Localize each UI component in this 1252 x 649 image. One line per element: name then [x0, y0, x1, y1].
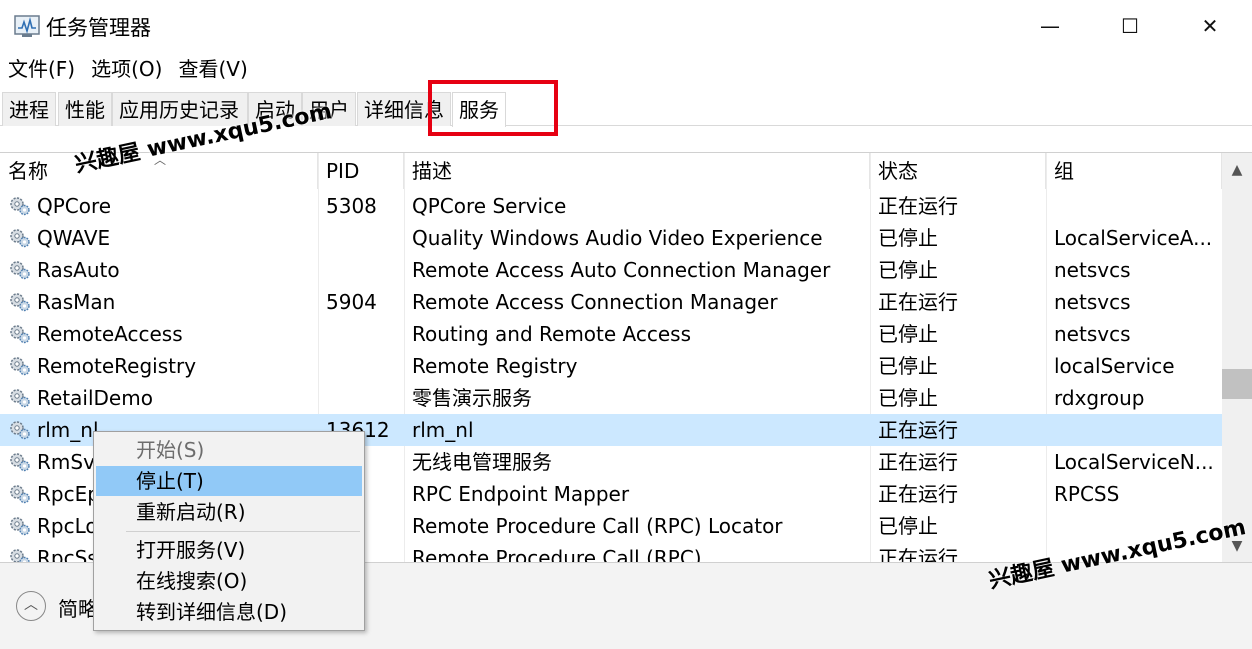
service-description: QPCore Service [412, 194, 567, 218]
service-group: netsvcs [1054, 258, 1131, 282]
service-pid [318, 382, 404, 414]
context-open-services[interactable]: 打开服务(V) [96, 535, 362, 565]
context-goto-details[interactable]: 转到详细信息(D) [96, 597, 362, 627]
service-name: RasAuto [37, 258, 120, 282]
service-status: 已停止 [878, 386, 938, 410]
window-title: 任务管理器 [46, 16, 151, 40]
service-pid [318, 318, 404, 350]
service-description: Routing and Remote Access [412, 322, 692, 346]
service-pid [318, 254, 404, 286]
service-name: RetailDemo [37, 386, 153, 410]
service-status: 已停止 [878, 322, 938, 346]
service-description: rlm_nl [412, 418, 474, 442]
service-pid: 5904 [326, 290, 377, 314]
service-status: 正在运行 [878, 290, 958, 314]
task-manager-icon [14, 15, 40, 37]
service-status: 已停止 [878, 354, 938, 378]
highlight-box [428, 80, 558, 136]
tab-bar: 进程 性能 应用历史记录 启动 用户 详细信息 服务 [0, 88, 1252, 127]
service-name: RasMan [37, 290, 116, 314]
column-status[interactable]: 状态 [870, 153, 1046, 189]
menu-view[interactable]: 查看(V) [170, 54, 255, 84]
service-status: 正在运行 [878, 482, 958, 506]
table-row[interactable]: RemoteRegistry Remote Registry 已停止 localSer… [0, 350, 1222, 382]
scroll-up-icon[interactable]: ▲ [1222, 155, 1252, 185]
menu-options[interactable]: 选项(O) [83, 54, 170, 84]
context-restart[interactable]: 重新启动(R) [96, 497, 362, 527]
service-name: QPCore [37, 194, 112, 218]
minimize-button[interactable]: — [1020, 0, 1080, 52]
service-description: Quality Windows Audio Video Experience [412, 226, 823, 250]
service-group [1046, 414, 1222, 446]
service-group: localService [1054, 354, 1175, 378]
service-description: 无线电管理服务 [412, 450, 552, 474]
table-row[interactable]: QWAVE Quality Windows Audio Video Experie… [0, 222, 1222, 254]
title-bar: 任务管理器 — ☐ ✕ [0, 0, 1252, 52]
column-description[interactable]: 描述 [404, 153, 870, 189]
tab-processes[interactable]: 进程 [2, 92, 56, 126]
service-description: Remote Registry [412, 354, 578, 378]
service-status: 已停止 [878, 514, 938, 538]
context-stop[interactable]: 停止(T) [96, 466, 362, 496]
service-description: Remote Procedure Call (RPC) [412, 546, 702, 562]
table-row[interactable]: RemoteAccess Routing and Remote Access 已停止… [0, 318, 1222, 350]
service-group: LocalServiceA... [1054, 226, 1213, 250]
context-start: 开始(S) [136, 438, 205, 462]
service-status: 已停止 [878, 226, 938, 250]
table-row[interactable]: QPCore 5308 QPCore Service 正在运行 [0, 190, 1222, 222]
service-name: RemoteAccess [37, 322, 183, 346]
context-menu: 开始(S) 停止(T) 重新启动(R) 打开服务(V) 在线搜索(O) 转到详细… [93, 431, 365, 631]
close-button[interactable]: ✕ [1180, 0, 1240, 52]
service-group [1046, 190, 1222, 222]
service-group: RPCSS [1054, 482, 1120, 506]
service-group: netsvcs [1054, 290, 1131, 314]
column-group[interactable]: 组 [1046, 153, 1222, 189]
service-status: 正在运行 [878, 450, 958, 474]
service-pid [318, 222, 404, 254]
service-name: RemoteRegistry [37, 354, 197, 378]
table-row[interactable]: RasAuto Remote Access Auto Connection Man… [0, 254, 1222, 286]
service-group: rdxgroup [1054, 386, 1145, 410]
scroll-thumb[interactable] [1222, 369, 1252, 399]
table-row[interactable]: RetailDemo 零售演示服务 已停止 rdxgroup [0, 382, 1222, 414]
table-header: 名称 ︿ PID 描述 状态 组 [0, 153, 1222, 189]
service-group: netsvcs [1054, 322, 1131, 346]
service-status: 正在运行 [878, 418, 958, 442]
service-status: 已停止 [878, 258, 938, 282]
service-status: 正在运行 [878, 194, 958, 218]
service-description: 零售演示服务 [412, 386, 532, 410]
service-description: Remote Access Auto Connection Manager [412, 258, 831, 282]
table-row[interactable]: RasMan 5904 Remote Access Connection Manag… [0, 286, 1222, 318]
service-description: Remote Procedure Call (RPC) Locator [412, 514, 783, 538]
context-search-online[interactable]: 在线搜索(O) [96, 566, 362, 596]
column-pid[interactable]: PID [318, 153, 404, 189]
service-name: QWAVE [37, 226, 111, 250]
menu-file[interactable]: 文件(F) [0, 54, 83, 84]
collapse-icon[interactable]: ︿ [16, 591, 46, 621]
maximize-button[interactable]: ☐ [1100, 0, 1160, 52]
service-pid [318, 350, 404, 382]
service-description: Remote Access Connection Manager [412, 290, 778, 314]
service-group: LocalServiceN... [1054, 450, 1214, 474]
menu-bar: 文件(F) 选项(O) 查看(V) [0, 54, 256, 84]
tab-performance[interactable]: 性能 [58, 92, 112, 126]
service-pid: 5308 [326, 194, 377, 218]
vertical-scrollbar[interactable]: ▲ ▼ [1222, 153, 1252, 562]
service-description: RPC Endpoint Mapper [412, 482, 630, 506]
menu-separator [126, 531, 360, 532]
